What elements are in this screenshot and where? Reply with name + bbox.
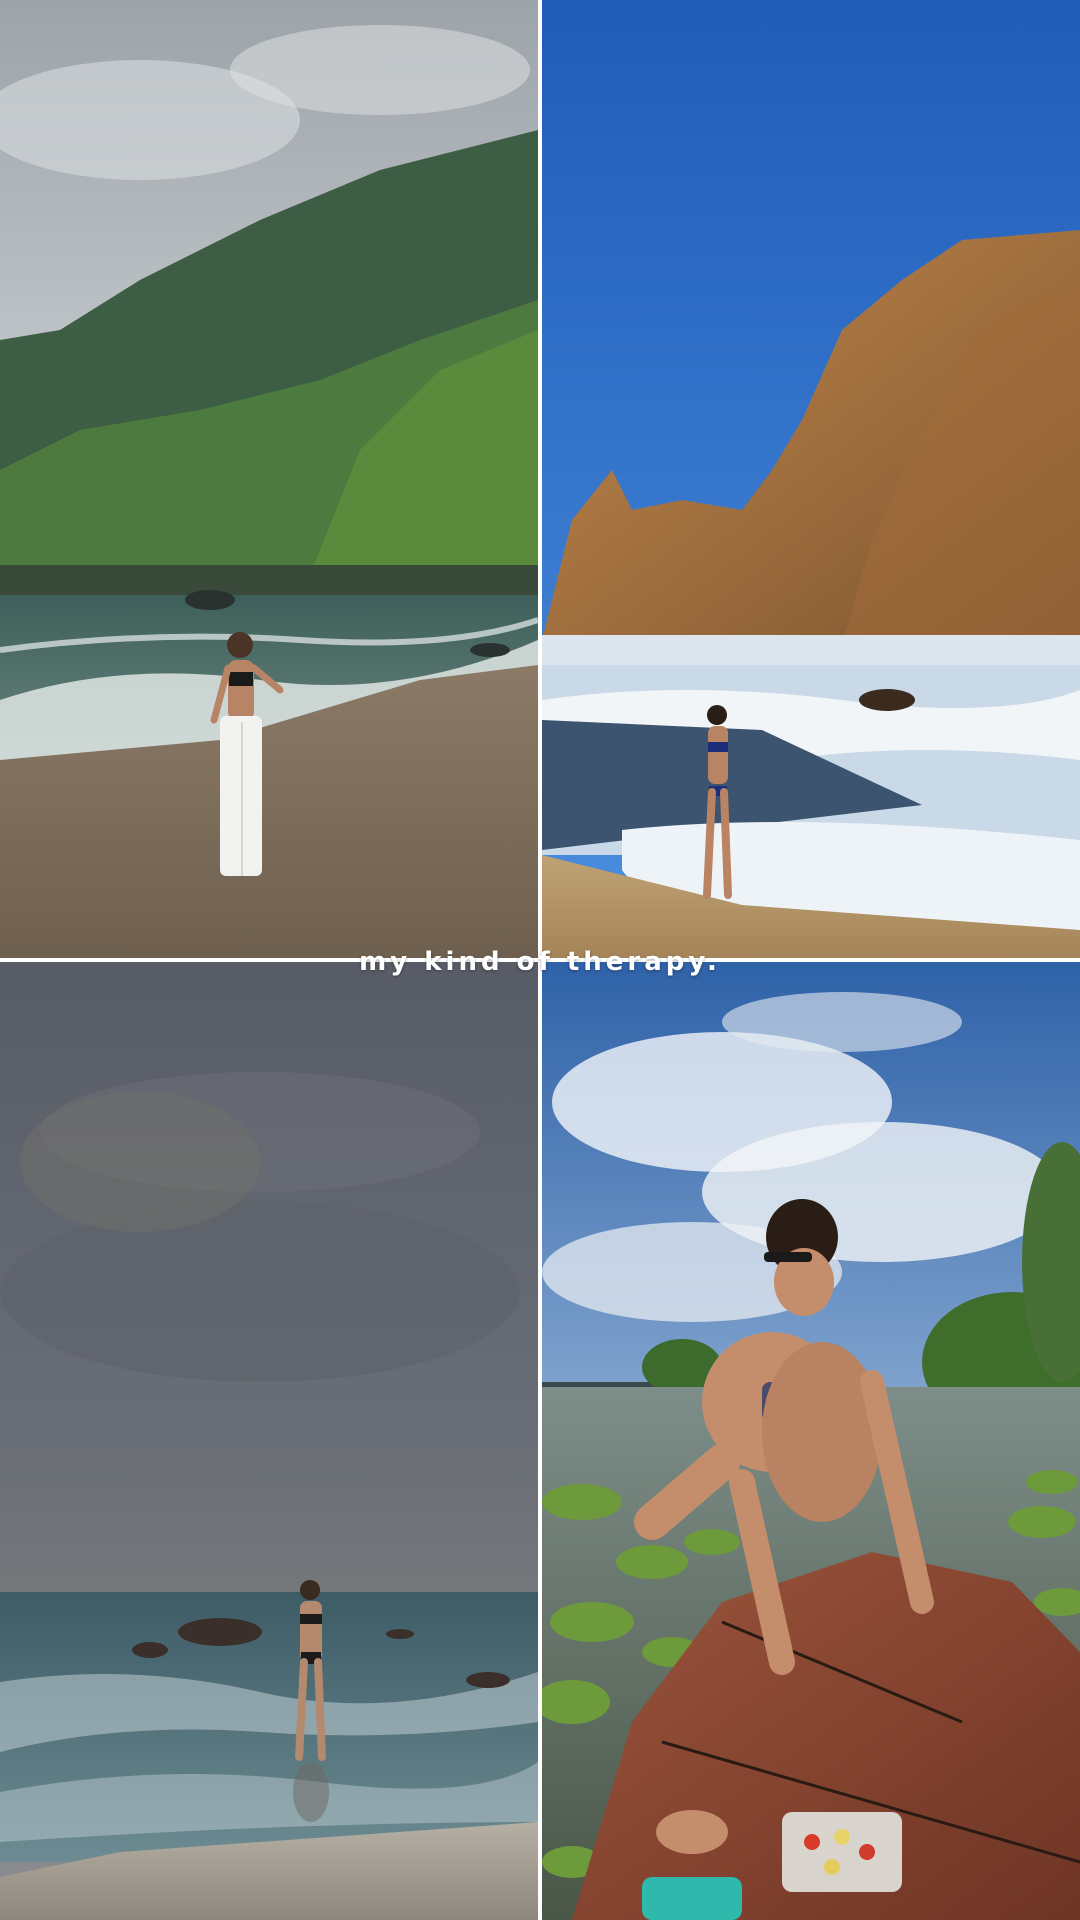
rock-cliff-beach-photo bbox=[542, 0, 1080, 958]
beach-mountains-photo bbox=[0, 0, 538, 958]
caption-text: my kind of therapy. bbox=[359, 947, 721, 977]
stormy-sea-photo bbox=[0, 962, 538, 1920]
paddleboard-lake-photo bbox=[542, 962, 1080, 1920]
